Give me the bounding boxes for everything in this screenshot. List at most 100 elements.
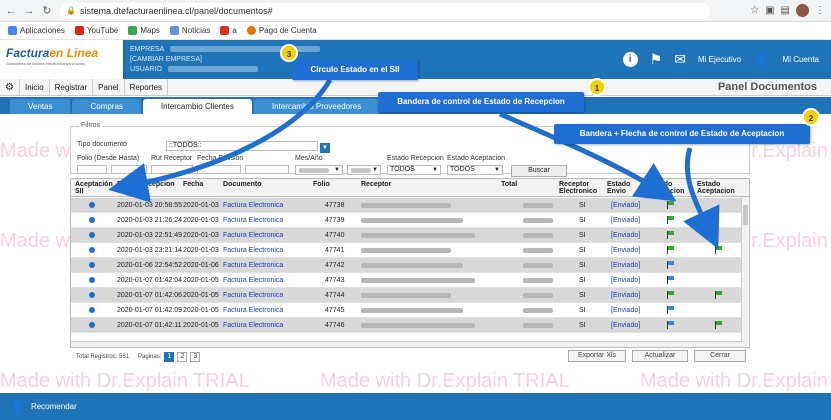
col-estado-recepcion[interactable]: Estado Recepcion [649,181,689,195]
col-receptor[interactable]: Receptor [361,181,391,188]
estado-envio-link[interactable]: [Enviado] [611,322,640,329]
flag-icon[interactable]: ⚑ [650,51,663,68]
documento-link[interactable]: Factura Electronica [223,307,283,314]
tab-intercambio-proveedores[interactable]: Intercambio Proveedores [253,99,380,114]
bookmark-item[interactable]: Noticias [169,26,210,35]
address-bar[interactable]: 🔒 sistema.dtefacturaenlinea.cl/panel/doc… [60,2,710,19]
profile-avatar[interactable] [796,4,809,17]
aceptacion-flag-arrow-icon[interactable] [715,321,723,329]
page-button[interactable]: 3 [190,352,201,362]
rut-receptor-input[interactable] [151,165,193,174]
table-row[interactable]: 2020-01-03 20:58:55 2020-01-03 Factura Ele… [71,198,741,213]
chevron-down-icon[interactable]: ▼ [320,143,330,153]
documento-link[interactable]: Factura Electronica [223,217,283,224]
aceptacion-flag-arrow-icon[interactable] [715,291,723,299]
horizontal-scrollbar[interactable] [71,341,743,347]
tab-ventas[interactable]: Ventas [10,99,71,114]
estado-envio-link[interactable]: [Enviado] [611,292,640,299]
menu-reportes[interactable]: Reportes [125,78,169,96]
table-row[interactable]: 2020-01-07 01:42:04 2020-01-05 Factura Ele… [71,273,741,288]
extension-icon[interactable]: ▣ [765,5,774,16]
recepcion-flag-icon[interactable] [667,201,675,209]
bookmark-item[interactable]: Pago de Cuenta [246,26,317,35]
actualizar-button[interactable]: Actualizar [632,350,688,362]
estado-envio-link[interactable]: [Enviado] [611,217,640,224]
tab-compras[interactable]: Compras [72,99,141,114]
fecha-hasta-input[interactable] [245,165,289,174]
estado-envio-link[interactable]: [Enviado] [611,307,640,314]
col-fecha[interactable]: Fecha [183,181,203,188]
cerrar-button[interactable]: Cerrar [694,350,746,362]
bookmark-item[interactable]: YouTube [74,26,118,35]
col-estado-envio[interactable]: Estado Envio [607,181,643,195]
table-row[interactable]: 2020-01-07 01:42:09 2020-01-05 Factura Ele… [71,303,741,318]
back-icon[interactable]: ← [4,4,18,18]
estado-aceptacion-select[interactable]: TODOS ▼ [447,165,503,175]
col-estado-aceptacion[interactable]: Estado Aceptacion [697,181,737,195]
documento-link[interactable]: Factura Electronica [223,277,283,284]
mi-cuenta-link[interactable]: Mi Cuenta [783,55,819,64]
folio-desde-input[interactable] [77,165,107,174]
estado-envio-link[interactable]: [Enviado] [611,247,640,254]
fecha-desde-input[interactable] [197,165,241,174]
logo[interactable]: Facturaen Linea Soluciones de factura el… [0,40,124,79]
menu-inicio[interactable]: Inicio [20,78,50,96]
settings-icon[interactable]: ⚙ [0,78,20,96]
documento-link[interactable]: Factura Electronica [223,247,283,254]
menu-panel[interactable]: Panel [93,78,125,96]
buscar-button[interactable]: Buscar [511,165,567,177]
user-icon[interactable]: 👤 [753,51,770,68]
recomendar-link[interactable]: Recomendar [31,402,77,411]
table-row[interactable]: 2020-01-03 21:26:24 2020-01-03 Factura Ele… [71,213,741,228]
table-row[interactable]: 2020-01-03 22:51:49 2020-01-03 Factura Ele… [71,228,741,243]
documento-link[interactable]: Factura Electronica [223,202,283,209]
col-aceptacion-sii[interactable]: Aceptación SII [75,181,115,195]
page-button[interactable]: 1 [164,352,175,362]
mi-ejecutivo-link[interactable]: Mi Ejecutivo [698,55,741,64]
col-fecha-recepcion[interactable]: Fecha Recepcion SII [117,181,177,195]
estado-envio-link[interactable]: [Enviado] [611,277,640,284]
tipo-documento-select[interactable]: ::TODOS:: [166,141,318,151]
recepcion-flag-icon[interactable] [667,261,675,269]
recepcion-flag-icon[interactable] [667,231,675,239]
mail-icon[interactable]: ✉ [674,51,686,68]
folio-hasta-input[interactable] [111,165,147,174]
recepcion-flag-icon[interactable] [667,276,675,284]
col-receptor-electronico[interactable]: Receptor Electronico [559,181,599,195]
col-total[interactable]: Total [501,181,517,188]
recepcion-flag-icon[interactable] [667,321,675,329]
exportar-xls-button[interactable]: Exportar Xls [568,350,626,362]
documento-link[interactable]: Factura Electronica [223,322,283,329]
recepcion-flag-icon[interactable] [667,306,675,314]
tab-intercambio-clientes[interactable]: Intercambio Clientes [142,99,252,114]
documento-link[interactable]: Factura Electronica [223,262,283,269]
mes-select[interactable]: ▼ [295,165,343,175]
scroll-thumb[interactable] [743,205,748,225]
table-row[interactable]: 2020-01-07 01:42:11 2020-01-05 Factura Ele… [71,318,741,333]
bookmark-item[interactable]: Maps [128,26,160,35]
star-icon[interactable]: ☆ [750,5,759,16]
recepcion-flag-icon[interactable] [667,246,675,254]
info-icon[interactable]: i [622,52,638,67]
documento-link[interactable]: Factura Electronica [223,232,283,239]
estado-envio-link[interactable]: [Enviado] [611,232,640,239]
reload-icon[interactable]: ↻ [40,4,54,18]
recepcion-flag-icon[interactable] [667,291,675,299]
extension-icon[interactable]: ▤ [781,5,790,16]
estado-envio-link[interactable]: [Enviado] [611,202,640,209]
aceptacion-flag-arrow-icon[interactable] [715,246,723,254]
estado-recepcion-select[interactable]: TODOS ▼ [387,165,441,175]
estado-envio-link[interactable]: [Enviado] [611,262,640,269]
menu-registrar[interactable]: Registrar [50,78,94,96]
table-row[interactable]: 2020-01-07 01:42:06 2020-01-05 Factura Ele… [71,288,741,303]
bookmark-item[interactable]: a [220,26,237,35]
page-button[interactable]: 2 [177,352,188,362]
menu-dots-icon[interactable]: ⋮ [815,5,825,16]
recepcion-flag-icon[interactable] [667,216,675,224]
table-row[interactable]: 2020-01-03 23:21:14 2020-01-03 Factura Ele… [71,243,741,258]
ano-select[interactable]: ▼ [347,165,381,175]
forward-icon[interactable]: → [22,4,36,18]
table-row[interactable]: 2020-01-06 22:54:52 2020-01-06 Factura Ele… [71,258,741,273]
col-folio[interactable]: Folio [313,181,330,188]
col-documento[interactable]: Documento [223,181,262,188]
